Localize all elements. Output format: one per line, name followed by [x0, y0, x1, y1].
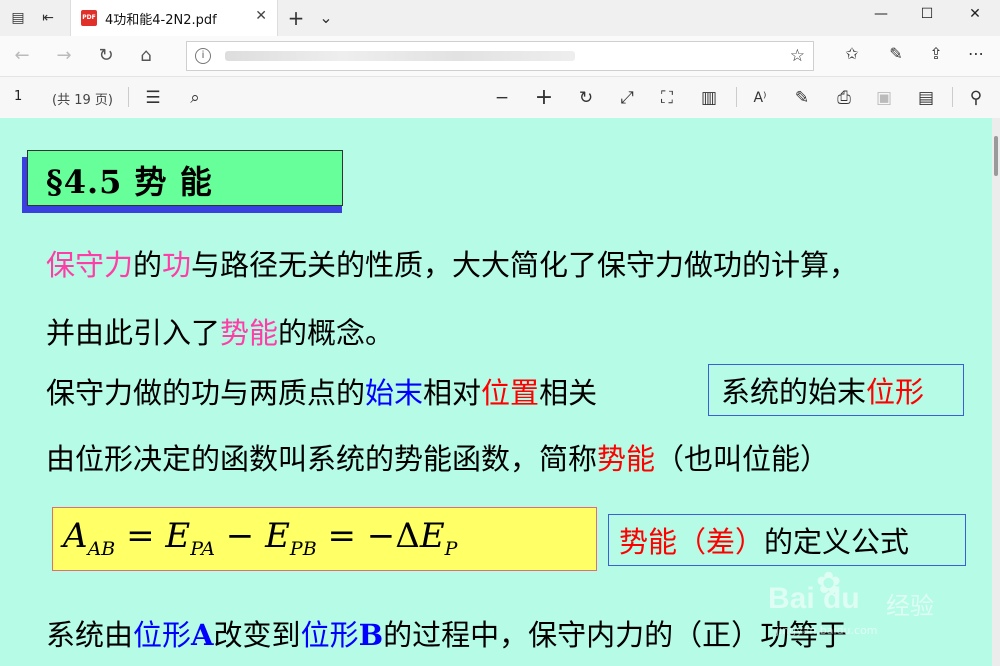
- pdf-page: §4.5 势 能 保守力的功与路径无关的性质，大大简化了保守力做功的计算， 并由…: [0, 118, 992, 666]
- contents-list-icon[interactable]: ☰: [141, 86, 165, 110]
- favorites-list-icon[interactable]: ✩: [840, 44, 864, 63]
- baidu-watermark: ✿ Bai du 经验 jingyan.baidu.com: [768, 566, 968, 637]
- vertical-scrollbar[interactable]: [992, 118, 1000, 666]
- forward-arrow-icon[interactable]: →: [52, 44, 76, 68]
- page-number-input[interactable]: 1: [14, 89, 22, 104]
- note-box-configuration: 系统的始末位形: [708, 364, 964, 416]
- text: 改变到: [213, 618, 301, 652]
- text: 的概念。: [278, 316, 395, 350]
- var-E: E: [265, 516, 290, 556]
- toolbar-divider: [736, 87, 737, 107]
- text-work: 功: [162, 248, 192, 282]
- text: 由位形决定的函数叫系统的势能函数，简称: [46, 442, 598, 476]
- tab-bar: ▤ ⇤ PDF 4功和能4-2N2.pdf ✕ + ⌄ — ☐ ✕: [0, 0, 1000, 36]
- watermark-cn: 经验: [886, 592, 934, 620]
- page-view-icon[interactable]: ▥: [697, 86, 721, 110]
- pdf-file-icon: PDF: [81, 10, 97, 26]
- text-potential-energy-difference: 势能（差）: [619, 525, 765, 559]
- url-input[interactable]: i ☆: [186, 41, 814, 71]
- op-equals-minus-delta: = −Δ: [327, 516, 420, 556]
- text: 与路径无关的性质，大大简化了保守力做功的计算，: [191, 248, 859, 282]
- url-text-blurred: [225, 51, 575, 61]
- share-icon[interactable]: ⇪: [924, 44, 948, 63]
- tab-close-icon[interactable]: ✕: [255, 8, 267, 24]
- minimize-icon[interactable]: —: [866, 6, 896, 22]
- section-title-box: §4.5 势 能: [27, 150, 343, 206]
- watermark-url: jingyan.baidu.com: [776, 624, 878, 637]
- text-potential-energy: 势能: [220, 316, 279, 350]
- read-aloud-icon[interactable]: A⁾: [748, 86, 772, 110]
- page-count: (共 19 页): [52, 93, 113, 108]
- section-title: §4.5 势 能: [46, 163, 213, 201]
- sub-PA: PA: [190, 537, 215, 560]
- pin-toolbar-icon[interactable]: ⚲: [964, 86, 988, 110]
- text-position: 位置: [481, 376, 540, 410]
- op-minus: −: [225, 516, 255, 556]
- toolbar-divider: [128, 87, 129, 107]
- zoom-out-icon[interactable]: −: [490, 86, 514, 110]
- text-configuration: 位形: [866, 375, 925, 409]
- text: 相关: [539, 376, 598, 410]
- text-configuration: 位形: [133, 618, 192, 652]
- text: 的定义公式: [764, 525, 910, 559]
- op-equals: =: [126, 516, 155, 556]
- save-icon[interactable]: ▣: [872, 86, 896, 110]
- text: 的: [133, 248, 163, 282]
- text-conservative-force: 保守力: [46, 248, 134, 282]
- set-aside-tabs-icon[interactable]: ⇤: [38, 8, 58, 28]
- favorite-star-icon[interactable]: ☆: [790, 46, 805, 66]
- zoom-in-icon[interactable]: +: [532, 86, 556, 110]
- text: （也叫位能）: [655, 442, 830, 476]
- sub-P: P: [444, 537, 458, 560]
- fit-page-icon[interactable]: ⤢: [615, 86, 639, 110]
- text: 并由此引入了: [46, 316, 221, 350]
- paragraph-3: 保守力做的功与两质点的始末相对位置相关: [46, 370, 597, 412]
- text-configuration: 位形: [300, 618, 359, 652]
- site-info-icon[interactable]: i: [195, 48, 211, 64]
- text-start-end: 始末: [365, 376, 424, 410]
- print-icon[interactable]: ⎙: [832, 86, 856, 110]
- text-B: B: [358, 618, 384, 652]
- tab-manager-icon[interactable]: ▤: [8, 8, 28, 28]
- var-E: E: [165, 516, 191, 556]
- tab-preview-chevron-icon[interactable]: ⌄: [316, 8, 336, 28]
- formula-box: AAB = EPA − EPB = −ΔEP: [52, 507, 597, 571]
- search-icon[interactable]: ⌕: [183, 86, 207, 110]
- save-as-icon[interactable]: ▤: [914, 86, 938, 110]
- full-screen-icon[interactable]: ⛶: [655, 86, 679, 110]
- var-A: A: [63, 516, 88, 556]
- home-icon[interactable]: ⌂: [134, 44, 158, 68]
- scrollbar-thumb[interactable]: [994, 136, 998, 176]
- note-box-definition: 势能（差）的定义公式: [608, 514, 966, 566]
- paragraph-2: 并由此引入了势能的概念。: [46, 310, 394, 352]
- text: 系统的始末: [721, 375, 867, 409]
- paragraph-5: 系统由位形A改变到位形B的过程中，保守内力的（正）功等于: [46, 612, 847, 654]
- text-A: A: [191, 618, 214, 652]
- draw-pen-icon[interactable]: ✎: [790, 86, 814, 110]
- paragraph-1: 保守力的功与路径无关的性质，大大简化了保守力做功的计算，: [46, 242, 858, 284]
- maximize-icon[interactable]: ☐: [912, 6, 942, 22]
- text: 保守力做的功与两质点的: [46, 376, 366, 410]
- text: 相对: [423, 376, 482, 410]
- var-E: E: [419, 516, 445, 556]
- refresh-icon[interactable]: ↻: [94, 44, 118, 68]
- back-arrow-icon[interactable]: ←: [10, 44, 34, 68]
- notes-pen-icon[interactable]: ✎: [884, 44, 908, 63]
- address-bar: ← → ↻ ⌂ i ☆ ✩ ✎ ⇪ ⋯: [0, 36, 1000, 77]
- pdf-toolbar: 1 (共 19 页) ☰ ⌕ − + ↻ ⤢ ⛶ ▥ A⁾ ✎ ⎙ ▣ ▤ ⚲: [0, 77, 1000, 119]
- text-potential-energy: 势能: [597, 442, 656, 476]
- more-menu-icon[interactable]: ⋯: [964, 44, 988, 63]
- tab-pdf[interactable]: PDF 4功和能4-2N2.pdf ✕: [70, 0, 278, 36]
- sub-AB: AB: [87, 537, 116, 560]
- toolbar-divider: [952, 87, 953, 107]
- potential-energy-formula: AAB = EPA − EPB = −ΔEP: [63, 516, 457, 560]
- window-close-icon[interactable]: ✕: [960, 6, 990, 22]
- new-tab-icon[interactable]: +: [286, 8, 306, 28]
- paragraph-4: 由位形决定的函数叫系统的势能函数，简称势能（也叫位能）: [46, 436, 829, 478]
- tab-title: 4功和能4-2N2.pdf: [105, 13, 217, 28]
- text: 系统由: [46, 618, 134, 652]
- sub-PB: PB: [289, 537, 317, 560]
- watermark-brand: Bai du: [768, 582, 860, 615]
- rotate-icon[interactable]: ↻: [574, 86, 598, 110]
